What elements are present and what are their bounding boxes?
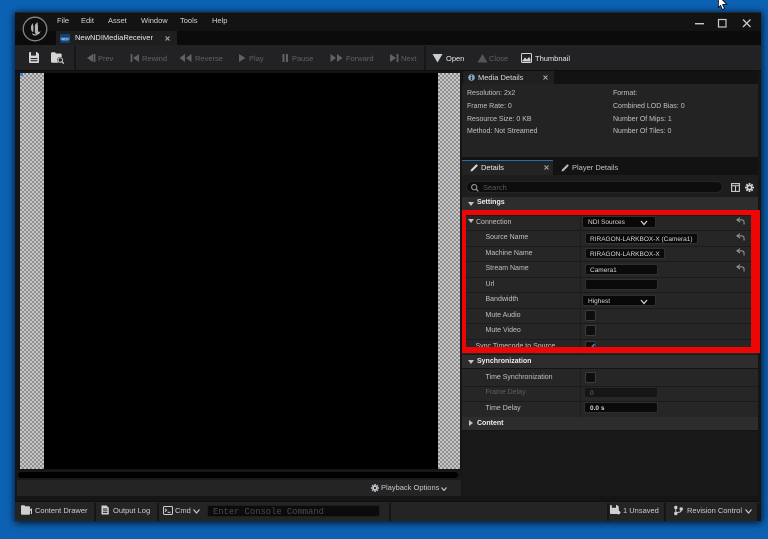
svg-text:NDI: NDI	[62, 36, 69, 41]
